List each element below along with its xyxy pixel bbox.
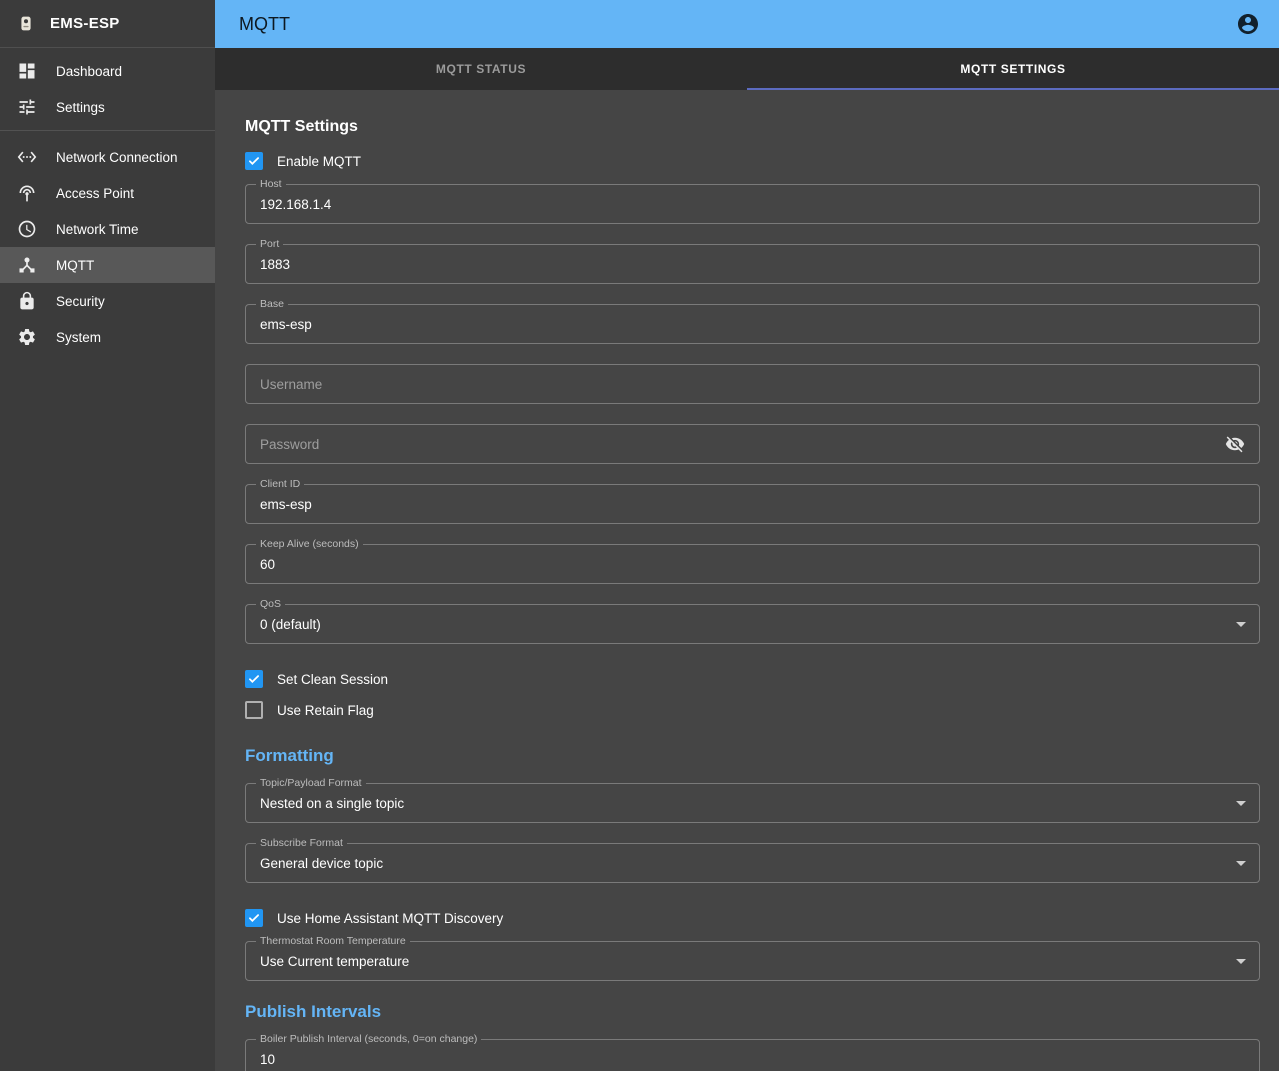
boiler-publish-interval-value: 10	[260, 1052, 275, 1067]
subscribe-format-label: Subscribe Format	[256, 837, 347, 850]
tune-icon	[16, 96, 38, 118]
boiler-publish-interval-field[interactable]: Boiler Publish Interval (seconds, 0=on c…	[245, 1039, 1260, 1071]
retain-flag-label: Use Retain Flag	[277, 703, 374, 718]
sidebar-item-label: System	[56, 330, 101, 345]
dashboard-icon	[16, 60, 38, 82]
port-field[interactable]: Port 1883	[245, 244, 1260, 284]
sidebar-nav-primary: Dashboard Settings	[0, 48, 215, 125]
lock-icon	[16, 290, 38, 312]
thermostat-room-temp-select[interactable]: Thermostat Room Temperature Use Current …	[245, 941, 1260, 981]
sidebar-item-label: Security	[56, 294, 105, 309]
ethernet-icon	[16, 146, 38, 168]
ha-discovery-checkbox[interactable]	[245, 909, 263, 927]
account-circle-icon	[1236, 12, 1260, 36]
sidebar-item-label: Network Time	[56, 222, 139, 237]
sidebar-nav-secondary: Network Connection Access Point Network …	[0, 135, 215, 355]
page-title: MQTT	[239, 14, 1231, 35]
subscribe-format-value: General device topic	[260, 856, 383, 871]
password-visibility-toggle[interactable]	[1221, 430, 1249, 458]
topic-format-label: Topic/Payload Format	[256, 777, 366, 790]
sidebar-header: EMS-ESP	[0, 0, 215, 48]
ha-discovery-checkbox-row[interactable]: Use Home Assistant MQTT Discovery	[245, 903, 1260, 933]
sidebar-item-mqtt[interactable]: MQTT	[0, 247, 215, 283]
visibility-off-icon	[1225, 434, 1245, 454]
sidebar-item-label: Network Connection	[56, 150, 178, 165]
host-field-label: Host	[256, 178, 286, 191]
ha-discovery-label: Use Home Assistant MQTT Discovery	[277, 911, 503, 926]
sidebar-item-label: Access Point	[56, 186, 134, 201]
password-placeholder: Password	[260, 437, 319, 452]
tab-mqtt-settings[interactable]: MQTT SETTINGS	[747, 48, 1279, 90]
enable-mqtt-label: Enable MQTT	[277, 154, 361, 169]
sidebar-item-label: Dashboard	[56, 64, 122, 79]
base-field-value: ems-esp	[260, 317, 312, 332]
account-button[interactable]	[1231, 7, 1265, 41]
wifi-tethering-icon	[16, 182, 38, 204]
sidebar-item-access-point[interactable]: Access Point	[0, 175, 215, 211]
qos-select-label: QoS	[256, 598, 285, 611]
tab-bar: MQTT STATUS MQTT SETTINGS	[215, 48, 1279, 90]
chevron-down-icon	[1236, 861, 1246, 866]
formatting-heading: Formatting	[245, 746, 1260, 766]
port-field-value: 1883	[260, 257, 290, 272]
clean-session-label: Set Clean Session	[277, 672, 388, 687]
main-area: MQTT MQTT STATUS MQTT SETTINGS MQTT Sett…	[215, 0, 1279, 1071]
clean-session-checkbox[interactable]	[245, 670, 263, 688]
sidebar-item-network-connection[interactable]: Network Connection	[0, 139, 215, 175]
form-heading: MQTT Settings	[245, 118, 1260, 136]
sidebar-item-label: MQTT	[56, 258, 94, 273]
chevron-down-icon	[1236, 959, 1246, 964]
sidebar-item-label: Settings	[56, 100, 105, 115]
gear-icon	[16, 326, 38, 348]
tab-mqtt-status[interactable]: MQTT STATUS	[215, 48, 747, 90]
qos-select[interactable]: QoS 0 (default)	[245, 604, 1260, 644]
username-field[interactable]: Username	[245, 364, 1260, 404]
check-icon	[247, 672, 261, 686]
topic-format-value: Nested on a single topic	[260, 796, 404, 811]
keep-alive-field[interactable]: Keep Alive (seconds) 60	[245, 544, 1260, 584]
sidebar-item-settings[interactable]: Settings	[0, 89, 215, 125]
clock-icon	[16, 218, 38, 240]
enable-mqtt-checkbox[interactable]	[245, 152, 263, 170]
chevron-down-icon	[1236, 801, 1246, 806]
chevron-down-icon	[1236, 622, 1246, 627]
app-bar: MQTT	[215, 0, 1279, 48]
publish-intervals-heading: Publish Intervals	[245, 1002, 1260, 1022]
client-id-field[interactable]: Client ID ems-esp	[245, 484, 1260, 524]
subscribe-format-select[interactable]: Subscribe Format General device topic	[245, 843, 1260, 883]
thermostat-room-temp-value: Use Current temperature	[260, 954, 409, 969]
sidebar: EMS-ESP Dashboard Settings	[0, 0, 215, 1071]
host-field-value: 192.168.1.4	[260, 197, 331, 212]
client-id-field-label: Client ID	[256, 478, 304, 491]
keep-alive-field-label: Keep Alive (seconds)	[256, 538, 363, 551]
sidebar-divider	[0, 130, 215, 131]
ems-esp-logo-icon	[14, 12, 38, 36]
sidebar-item-security[interactable]: Security	[0, 283, 215, 319]
check-icon	[247, 154, 261, 168]
port-field-label: Port	[256, 238, 283, 251]
password-field[interactable]: Password	[245, 424, 1260, 464]
username-placeholder: Username	[260, 377, 322, 392]
app-root: EMS-ESP Dashboard Settings	[0, 0, 1279, 1071]
base-field-label: Base	[256, 298, 288, 311]
qos-select-value: 0 (default)	[260, 617, 321, 632]
retain-flag-checkbox-row[interactable]: Use Retain Flag	[245, 695, 1260, 725]
client-id-field-value: ems-esp	[260, 497, 312, 512]
sidebar-item-dashboard[interactable]: Dashboard	[0, 53, 215, 89]
mqtt-settings-panel: MQTT Settings Enable MQTT Host 192.168.1…	[215, 90, 1279, 1071]
keep-alive-field-value: 60	[260, 557, 275, 572]
enable-mqtt-checkbox-row[interactable]: Enable MQTT	[245, 146, 1260, 176]
app-title: EMS-ESP	[50, 15, 120, 32]
topic-format-select[interactable]: Topic/Payload Format Nested on a single …	[245, 783, 1260, 823]
sidebar-item-network-time[interactable]: Network Time	[0, 211, 215, 247]
check-icon	[247, 911, 261, 925]
host-field[interactable]: Host 192.168.1.4	[245, 184, 1260, 224]
sidebar-item-system[interactable]: System	[0, 319, 215, 355]
base-field[interactable]: Base ems-esp	[245, 304, 1260, 344]
clean-session-checkbox-row[interactable]: Set Clean Session	[245, 664, 1260, 694]
boiler-publish-interval-label: Boiler Publish Interval (seconds, 0=on c…	[256, 1033, 481, 1046]
thermostat-room-temp-label: Thermostat Room Temperature	[256, 935, 410, 948]
retain-flag-checkbox[interactable]	[245, 701, 263, 719]
device-hub-icon	[16, 254, 38, 276]
